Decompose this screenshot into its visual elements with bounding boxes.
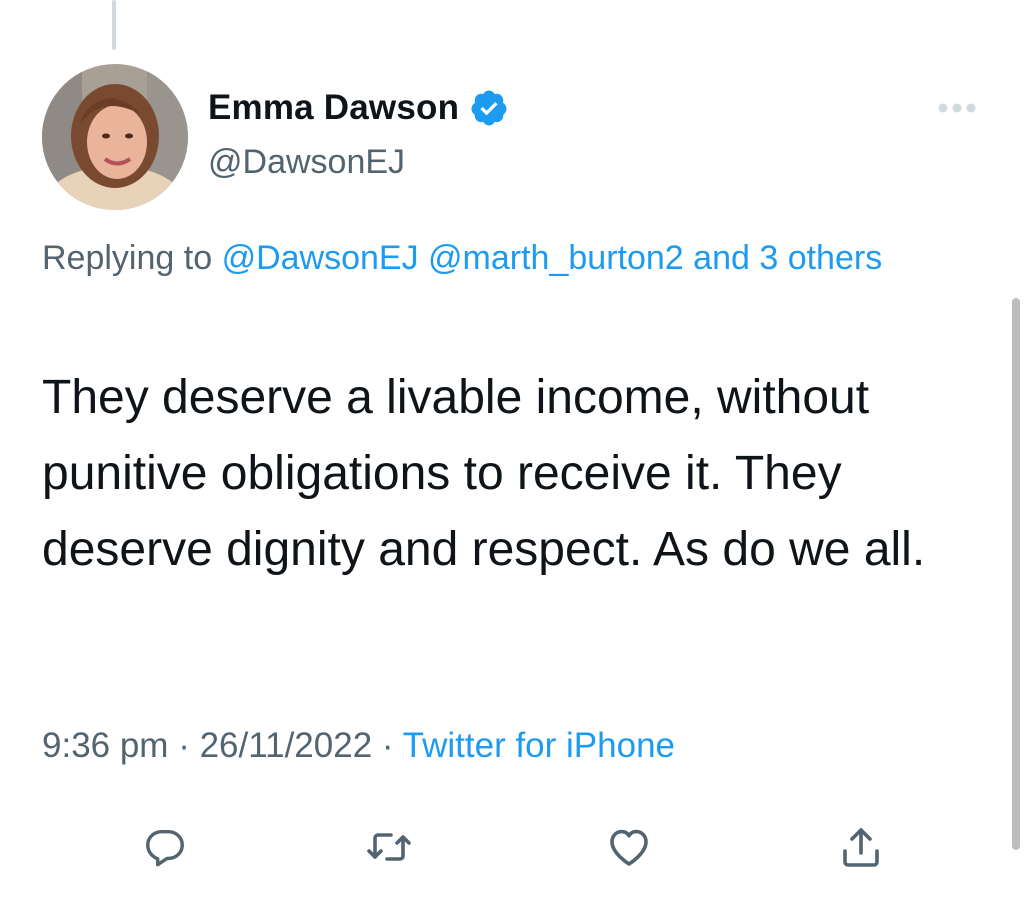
author-display-name[interactable]: Emma Dawson <box>208 88 459 128</box>
thread-connector-line <box>112 0 116 50</box>
author-handle[interactable]: @DawsonEJ <box>208 143 405 182</box>
retweet-button[interactable] <box>364 822 414 872</box>
replying-to-line: Replying to @DawsonEJ @marth_burton2 and… <box>42 228 952 288</box>
avatar[interactable] <box>42 64 188 210</box>
reply-icon <box>146 829 184 867</box>
tweet-date[interactable]: 26/11/2022 <box>200 726 373 765</box>
share-button[interactable] <box>836 822 886 872</box>
like-heart-icon <box>610 829 648 866</box>
avatar-photo <box>42 64 188 210</box>
reply-mention-link[interactable]: @marth_burton2 <box>428 239 684 277</box>
share-icon <box>843 828 879 867</box>
like-button[interactable] <box>604 822 654 872</box>
author-name-row[interactable]: Emma Dawson <box>208 88 509 128</box>
reply-button[interactable] <box>140 822 190 872</box>
tweet-source-link[interactable]: Twitter for iPhone <box>403 726 675 765</box>
meta-separator: · <box>178 726 190 765</box>
tweet-text: They deserve a livable income, without p… <box>42 371 926 576</box>
tweet-metadata: 9:36 pm · 26/11/2022 · Twitter for iPhon… <box>42 726 675 766</box>
scrollbar[interactable] <box>1012 298 1020 850</box>
retweet-icon <box>367 833 411 861</box>
reply-mention-link[interactable]: @DawsonEJ <box>222 239 419 277</box>
reply-others-link[interactable]: 3 others <box>759 239 882 277</box>
more-options-icon[interactable] <box>932 96 982 120</box>
replying-to-label: Replying to <box>42 239 213 277</box>
tweet-time[interactable]: 9:36 pm <box>42 726 168 765</box>
meta-separator: · <box>381 726 394 765</box>
verified-badge-icon <box>471 90 507 126</box>
reply-and-connector[interactable]: and <box>693 239 750 277</box>
